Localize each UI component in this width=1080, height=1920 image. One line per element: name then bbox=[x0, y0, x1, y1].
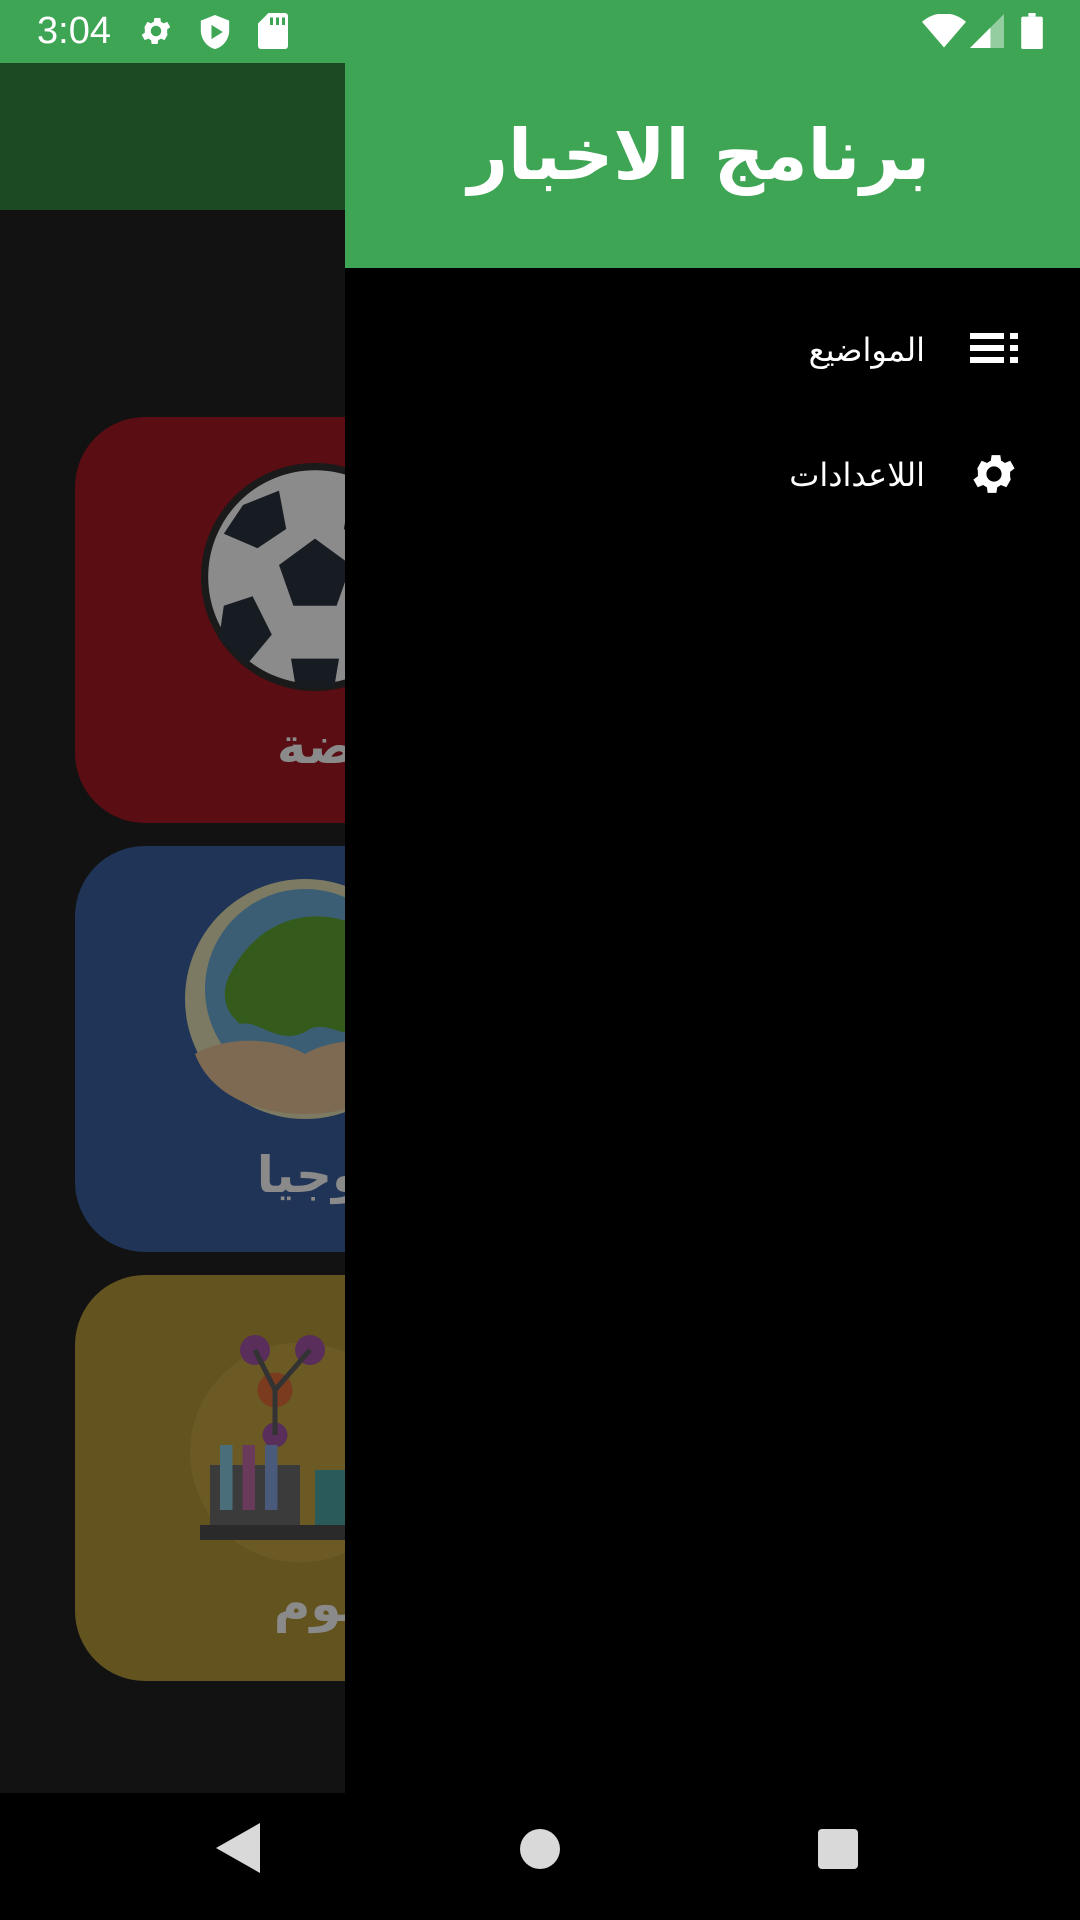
system-navigation-bar bbox=[0, 1793, 1080, 1920]
drawer-item-topics[interactable]: المواضيع bbox=[345, 297, 1080, 407]
settings-icon bbox=[138, 13, 174, 53]
drawer-item-label: المواضيع bbox=[808, 331, 925, 369]
recents-icon[interactable] bbox=[818, 1829, 858, 1873]
drawer-item-label: اللاعدادات bbox=[789, 456, 925, 494]
list-icon bbox=[970, 327, 1020, 375]
sd-card-icon bbox=[258, 13, 288, 53]
home-icon[interactable] bbox=[520, 1829, 560, 1873]
wifi-icon bbox=[922, 13, 966, 52]
navigation-drawer: برنامج الاخبار المواضيع اللاعدادات bbox=[345, 0, 1080, 1793]
play-protect-icon bbox=[198, 13, 232, 55]
battery-icon bbox=[1020, 13, 1044, 53]
gear-icon bbox=[968, 448, 1020, 504]
drawer-item-settings[interactable]: اللاعدادات bbox=[345, 422, 1080, 532]
status-bar: 3:04 bbox=[0, 0, 1080, 63]
drawer-title: برنامج الاخبار bbox=[467, 114, 930, 196]
status-time: 3:04 bbox=[37, 10, 111, 52]
back-icon[interactable] bbox=[216, 1823, 260, 1877]
screen: 3:04 ياضة ولوجيا علوم برنامج الاخبار الم… bbox=[0, 0, 1080, 1920]
cellular-signal-icon bbox=[970, 14, 1004, 52]
